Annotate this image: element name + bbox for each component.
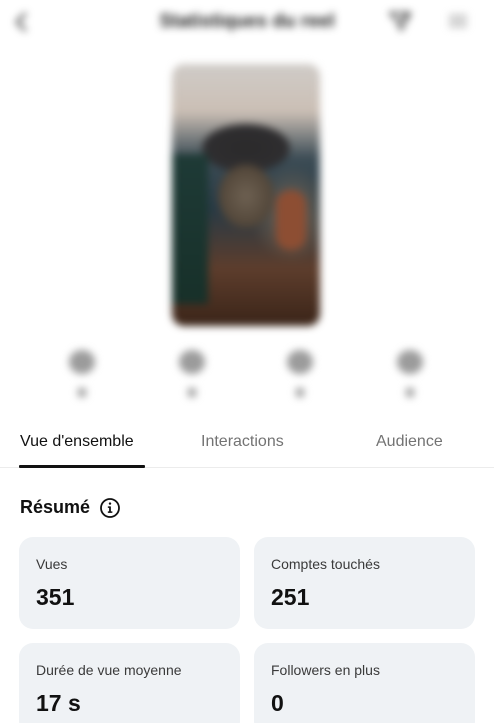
more-icon[interactable] [446, 11, 470, 31]
card-value: 17 s [36, 690, 81, 716]
card-label: Durée de vue moyenne [36, 662, 182, 678]
thumbnail-detail [276, 190, 306, 250]
summary-card-followers: Followers en plus 0 [254, 643, 475, 723]
card-value: 251 [271, 584, 310, 610]
top-bar: Statistiques du reel [0, 0, 494, 44]
summary-card-watch-time: Durée de vue moyenne 17 s [19, 643, 240, 723]
summary-card-views: Vues 351 [19, 537, 240, 629]
card-label: Followers en plus [271, 662, 380, 678]
thumbnail-shadow [172, 154, 208, 304]
stat-count: 0 [188, 388, 196, 397]
summary-card-reach: Comptes touchés 251 [254, 537, 475, 629]
heart-icon [69, 350, 95, 374]
card-value: 0 [271, 690, 284, 716]
tab-overview[interactable]: Vue d'ensemble [20, 433, 134, 451]
bookmark-icon [397, 350, 423, 374]
send-icon [287, 350, 313, 374]
reel-thumbnail[interactable] [172, 64, 320, 326]
stat-count: 0 [406, 388, 414, 397]
stat-count: 7 [78, 388, 86, 397]
stat-comments: 0 [172, 350, 212, 406]
tab-interactions[interactable]: Interactions [201, 433, 284, 451]
insights-tabs: Vue d'ensemble Interactions Audience [0, 422, 494, 468]
card-value: 351 [36, 584, 75, 610]
summary-title: Résumé [20, 497, 91, 517]
reel-insights-screen: Statistiques du reel 7 0 0 0 [0, 0, 494, 723]
page-title: Statistiques du reel [159, 11, 335, 32]
card-label: Comptes touchés [271, 556, 380, 572]
tab-audience[interactable]: Audience [376, 433, 443, 451]
stat-likes: 7 [62, 350, 102, 406]
share-icon[interactable] [388, 10, 412, 32]
card-label: Vues [36, 556, 68, 572]
stat-count: 0 [296, 388, 304, 397]
info-icon[interactable] [99, 497, 121, 519]
stat-saves: 0 [390, 350, 430, 406]
active-tab-indicator [19, 465, 145, 468]
stat-shares: 0 [280, 350, 320, 406]
comment-icon [179, 350, 205, 374]
reel-stats-row: 7 0 0 0 [0, 350, 494, 406]
